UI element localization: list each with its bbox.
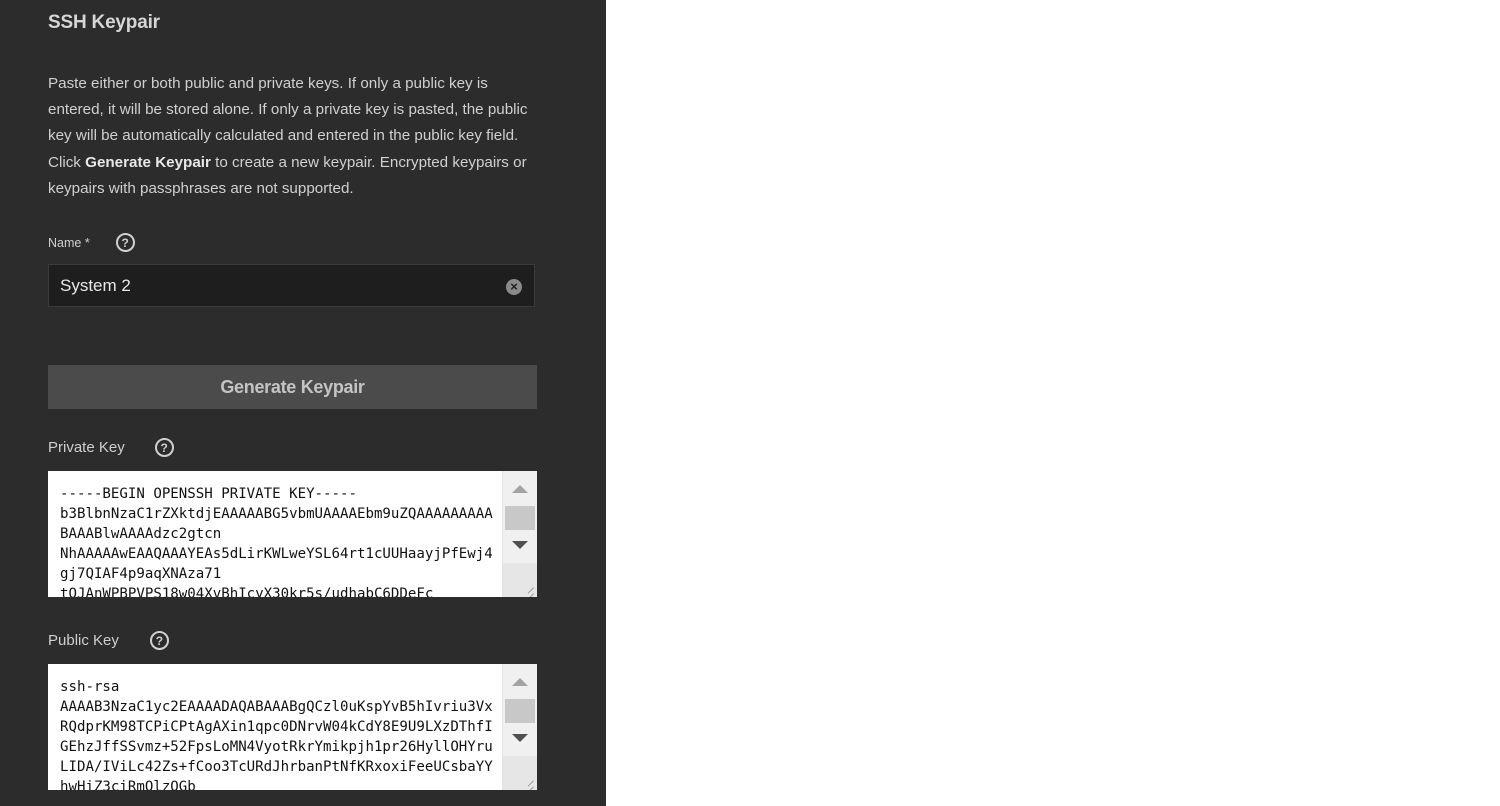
scroll-down-arrow-icon[interactable] <box>512 541 528 549</box>
name-input[interactable] <box>60 275 480 297</box>
description-bold-text: Generate Keypair <box>85 153 211 171</box>
private-key-textarea[interactable]: -----BEGIN OPENSSH PRIVATE KEY----- b3Bl… <box>48 471 537 597</box>
scroll-thumb[interactable] <box>505 506 535 530</box>
name-label: Name * <box>48 235 90 250</box>
private-key-label-row: Private Key ? <box>48 438 174 457</box>
public-key-label-row: Public Key ? <box>48 631 169 650</box>
generate-keypair-button[interactable]: Generate Keypair <box>48 365 537 409</box>
panel-description: Paste either or both public and private … <box>48 71 538 202</box>
name-field[interactable]: × <box>48 264 535 307</box>
scroll-down-arrow-icon[interactable] <box>512 734 528 742</box>
panel-title: SSH Keypair <box>48 12 160 33</box>
scroll-up-arrow-icon[interactable] <box>512 678 528 686</box>
clear-circle-icon[interactable]: × <box>506 279 522 295</box>
ssh-keypair-panel: SSH Keypair Paste either or both public … <box>0 0 606 806</box>
public-key-textarea[interactable]: ssh-rsa AAAAB3NzaC1yc2EAAAADAQABAAABgQCz… <box>48 664 537 790</box>
help-circle-icon[interactable]: ? <box>149 631 169 650</box>
public-key-value[interactable]: ssh-rsa AAAAB3NzaC1yc2EAAAADAQABAAABgQCz… <box>60 677 500 790</box>
public-key-label: Public Key <box>48 632 119 649</box>
scroll-up-arrow-icon[interactable] <box>512 485 528 493</box>
resize-handle-icon[interactable] <box>503 563 537 597</box>
resize-handle-icon[interactable] <box>503 756 537 790</box>
help-circle-icon[interactable]: ? <box>154 438 174 457</box>
name-label-row: Name * ? <box>48 233 135 252</box>
private-key-value[interactable]: -----BEGIN OPENSSH PRIVATE KEY----- b3Bl… <box>60 484 500 597</box>
private-key-label: Private Key <box>48 439 125 456</box>
scroll-thumb[interactable] <box>505 699 535 723</box>
help-circle-icon[interactable]: ? <box>115 233 135 252</box>
